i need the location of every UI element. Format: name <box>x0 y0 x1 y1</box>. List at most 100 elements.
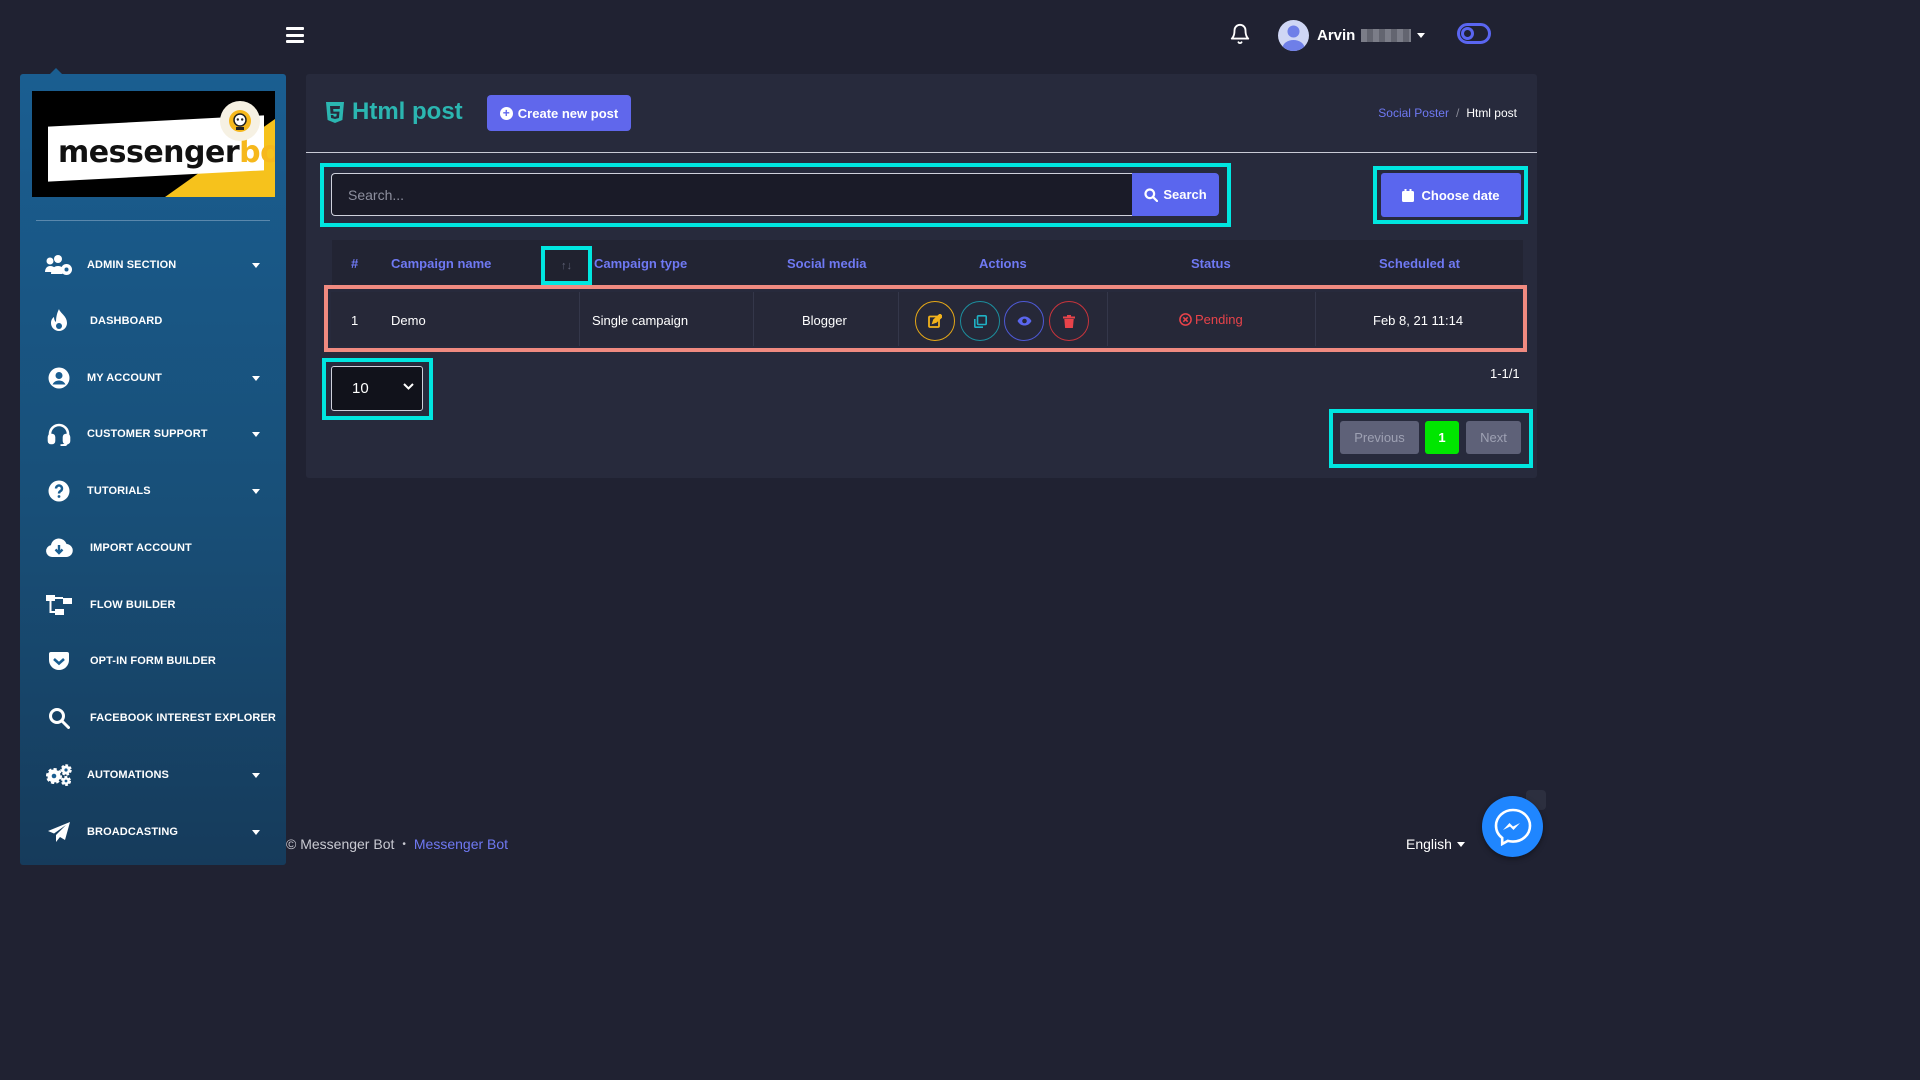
column-header-status[interactable]: Status <box>1191 256 1231 271</box>
cloud-download-icon <box>44 534 74 562</box>
column-header-number[interactable]: # <box>351 256 358 271</box>
sidebar-item-customer-support[interactable]: CUSTOMER SUPPORT <box>20 414 286 454</box>
footer-link[interactable]: Messenger Bot <box>414 836 508 852</box>
column-header-scheduled-at[interactable]: Scheduled at <box>1379 256 1460 271</box>
sidebar-item-automations[interactable]: AUTOMATIONS <box>20 755 286 795</box>
sidebar-item-tutorials[interactable]: TUTORIALS <box>20 471 286 511</box>
bot-mascot-icon <box>220 101 260 141</box>
campaign-name: Demo <box>391 313 426 328</box>
pocket-icon <box>44 647 74 675</box>
calendar-icon <box>1402 188 1415 202</box>
copyright: © Messenger Bot <box>286 836 395 852</box>
create-new-post-button[interactable]: + Create new post <box>487 95 631 131</box>
sidebar-item-label: CUSTOMER SUPPORT <box>87 428 208 440</box>
user-circle-icon <box>44 364 74 392</box>
copy-icon <box>973 314 987 328</box>
view-button[interactable] <box>1004 301 1044 341</box>
sidebar-item-opt-in-form-builder[interactable]: OPT-IN FORM BUILDER <box>20 641 286 681</box>
users-cog-icon <box>44 251 74 279</box>
column-header-campaign-name[interactable]: Campaign name <box>391 256 491 271</box>
sidebar-item-facebook-interest-explorer[interactable]: FACEBOOK INTEREST EXPLORER <box>20 698 286 738</box>
redacted-surname <box>1361 28 1412 42</box>
row-number: 1 <box>351 313 359 328</box>
theme-toggle[interactable] <box>1457 23 1491 44</box>
search-input[interactable] <box>331 173 1133 216</box>
chevron-down-icon <box>252 375 260 381</box>
user-name: Arvin <box>1317 26 1356 44</box>
edit-button[interactable] <box>915 301 955 341</box>
page-1-button[interactable]: 1 <box>1425 421 1459 454</box>
column-header-campaign-type[interactable]: Campaign type <box>594 256 687 271</box>
column-header-actions: Actions <box>979 256 1027 271</box>
times-circle-icon <box>1179 313 1192 326</box>
sidebar-item-label: TUTORIALS <box>87 485 151 497</box>
sidebar-item-label: BROADCASTING <box>87 826 179 838</box>
breadcrumb-separator: / <box>1455 106 1460 120</box>
headset-icon <box>44 420 74 448</box>
user-menu[interactable]: Arvin <box>1278 19 1426 51</box>
breadcrumb: Social Poster / Html post <box>1378 106 1517 120</box>
sidebar-item-flow-builder[interactable]: FLOW BUILDER <box>20 585 286 625</box>
sidebar-item-admin-section[interactable]: ADMIN SECTION <box>20 245 286 285</box>
status-badge: Pending <box>1179 312 1243 327</box>
delete-button[interactable] <box>1049 301 1089 341</box>
previous-page-button[interactable]: Previous <box>1340 421 1419 454</box>
sidebar-item-my-account[interactable]: MY ACCOUNT <box>20 358 286 398</box>
sort-toggle-icon[interactable]: ↑↓ <box>541 246 592 285</box>
sidebar-item-label: FACEBOOK INTEREST EXPLORER <box>90 712 276 724</box>
chevron-down-icon <box>252 488 260 494</box>
search-icon <box>1144 187 1159 202</box>
sidebar-item-label: ADMIN SECTION <box>87 259 177 271</box>
sidebar-item-label: IMPORT ACCOUNT <box>90 542 192 554</box>
chevron-down-icon <box>252 431 260 437</box>
sidebar-item-import-account[interactable]: IMPORT ACCOUNT <box>20 528 286 568</box>
fire-icon <box>44 307 74 335</box>
next-page-button[interactable]: Next <box>1466 421 1521 454</box>
breadcrumb-social-poster[interactable]: Social Poster <box>1378 106 1449 120</box>
sidebar-item-dashboard[interactable]: DASHBOARD <box>20 301 286 341</box>
sitemap-icon <box>44 591 74 619</box>
chevron-down-icon <box>1456 841 1465 847</box>
chevron-down-icon <box>252 829 260 835</box>
sidebar-item-broadcasting[interactable]: BROADCASTING <box>20 812 286 852</box>
edit-icon <box>928 314 942 328</box>
pagination-range: 1-1/1 <box>1490 366 1520 381</box>
menu-toggle-icon[interactable] <box>286 27 304 43</box>
social-media: Blogger <box>802 313 847 328</box>
page-size-select[interactable]: 10 <box>331 366 423 411</box>
eye-icon <box>1017 316 1031 326</box>
footer-bullet: • <box>402 838 406 850</box>
sidebar-item-label: MY ACCOUNT <box>87 372 162 384</box>
avatar <box>1278 19 1309 51</box>
trash-icon <box>1063 314 1075 328</box>
question-circle-icon <box>44 477 74 505</box>
table-header: # Campaign name Campaign type Social med… <box>332 240 1523 287</box>
search-button[interactable]: Search <box>1132 173 1219 216</box>
sidebar-item-label: DASHBOARD <box>90 315 163 327</box>
cogs-icon <box>44 761 74 789</box>
logo[interactable]: messengerbot <box>32 91 275 197</box>
sidebar-item-label: FLOW BUILDER <box>90 599 176 611</box>
clone-button[interactable] <box>960 301 1000 341</box>
chevron-down-icon <box>252 262 260 268</box>
sidebar: messengerbot ADMIN SECTION DASHBOARD MY … <box>20 74 286 865</box>
sidebar-item-label: AUTOMATIONS <box>87 769 169 781</box>
sidebar-divider <box>36 220 270 221</box>
notification-bell-icon[interactable] <box>1229 22 1251 46</box>
scheduled-at: Feb 8, 21 11:14 <box>1373 313 1464 328</box>
search-icon <box>44 704 74 732</box>
sidebar-item-label: OPT-IN FORM BUILDER <box>90 655 216 667</box>
choose-date-button[interactable]: Choose date <box>1381 173 1521 217</box>
html5-icon <box>326 101 344 123</box>
page-title: Html post <box>326 98 463 126</box>
campaign-type: Single campaign <box>592 313 689 328</box>
chevron-down-icon <box>1417 32 1426 38</box>
paper-plane-icon <box>44 818 74 846</box>
column-header-social-media[interactable]: Social media <box>787 256 866 271</box>
header-divider <box>306 152 1537 153</box>
language-selector[interactable]: English <box>1406 836 1465 852</box>
messenger-chat-icon[interactable] <box>1482 796 1543 857</box>
plus-circle-icon: + <box>499 106 513 120</box>
chevron-down-icon <box>252 772 260 778</box>
chevron-down-icon <box>403 383 414 390</box>
